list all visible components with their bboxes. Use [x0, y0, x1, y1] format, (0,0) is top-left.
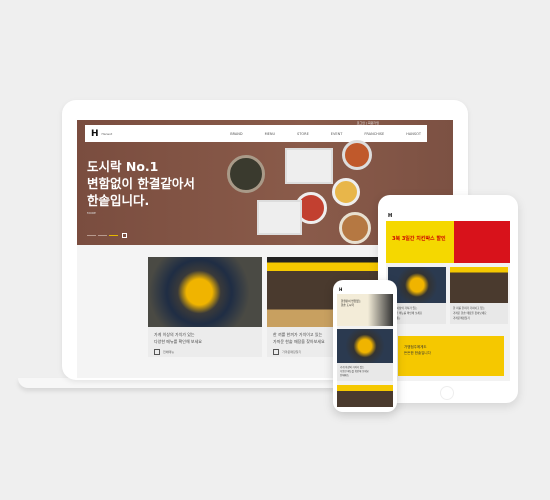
food-image	[227, 155, 265, 193]
phone-logo[interactable]: H	[337, 287, 393, 294]
card-text: 가게 이상의 가치가 있는	[340, 366, 365, 369]
card-text: 가까운 한솥 매장을 찾아보세요	[453, 312, 487, 315]
nav-hansot[interactable]: HANSOT	[406, 132, 421, 136]
headline-line: 한솥입니다.	[87, 193, 150, 208]
store-image	[337, 385, 393, 407]
card-text: 가까운 한솥 매장을 찾아보세요	[273, 339, 325, 344]
home-button	[440, 386, 454, 400]
promo-image	[454, 221, 510, 263]
franchise-banner[interactable]: 가맹점주에게도 든든한 한솥입니다	[398, 336, 504, 376]
card-button-label[interactable]: 가까운매장찾기	[453, 317, 470, 320]
tablet-frame: H 3북 3일간 치킨박스 할인 가게 이상의 가치가 있는 다양한 메뉴를 확인…	[378, 195, 518, 403]
menu-card[interactable]: 가게 이상의 가치가 있는다양한 메뉴를 확인해 보세요전체메뉴	[337, 363, 393, 381]
food-image	[339, 212, 371, 244]
card-text: 한 끼를 한끼가 가치이고 있는	[273, 332, 323, 337]
card-image	[337, 329, 393, 363]
phone-frame: H 한결같이 변함없는 한솥 도시락 가게 이상의 가치가 있는 다양한 메뉴를 …	[333, 280, 397, 412]
menu-card[interactable]: 가게 이상의 가치가 있는다양한 메뉴를 확인해 보세요 전체메뉴	[148, 257, 262, 357]
food-image	[257, 200, 302, 235]
hero-text: 한솥 도시락	[341, 304, 354, 307]
card-button-label[interactable]: 전체메뉴	[340, 374, 349, 377]
card-button[interactable]: 전체메뉴	[148, 345, 262, 359]
brand-name: Hansot	[101, 131, 113, 136]
nav-franchise[interactable]: FRANCHISE	[364, 132, 384, 136]
headline-line: 변함없이 한결같아서	[87, 176, 195, 191]
top-nav: H Hansot BRAND MENU STORE EVENT FRANCHIS…	[85, 125, 427, 142]
more-link[interactable]: MORE	[87, 211, 96, 215]
nav-brand[interactable]: BRAND	[230, 132, 242, 136]
pause-icon[interactable]	[122, 233, 127, 238]
tablet-logo[interactable]: H	[386, 213, 510, 221]
food-image	[342, 140, 372, 170]
plus-icon	[273, 349, 279, 355]
phone-screen: H 한결같이 변함없는 한솥 도시락 가게 이상의 가치가 있는 다양한 메뉴를 …	[337, 287, 393, 407]
banner-text: 든든한 한솥입니다	[404, 351, 431, 355]
card-button-label: 가까운매장찾기	[282, 350, 302, 354]
food-image	[332, 178, 360, 206]
card-image	[148, 257, 262, 327]
promo-banner[interactable]: 3북 3일간 치킨박스 할인	[386, 221, 454, 263]
slider-pager[interactable]	[87, 233, 127, 238]
plus-icon	[154, 349, 160, 355]
card-button-label: 전체메뉴	[163, 350, 175, 354]
nav-event[interactable]: EVENT	[331, 132, 343, 136]
nav-menu[interactable]: MENU	[265, 132, 275, 136]
card-text: 다양한 메뉴를 확인해 보세요	[154, 339, 202, 344]
headline-line: 도시락 No.1	[87, 159, 159, 174]
tablet-screen: H 3북 3일간 치킨박스 할인 가게 이상의 가치가 있는 다양한 메뉴를 확인…	[386, 213, 510, 381]
phone-hero[interactable]: 한결같이 변함없는 한솥 도시락	[337, 294, 393, 326]
card-text: 가게 이상의 가치가 있는	[154, 332, 195, 337]
store-card[interactable]: 한 끼를 한끼가 가치이고 있는가까운 한솥 매장을 찾아보세요가까운매장찾기	[450, 267, 508, 324]
card-text: 다양한 메뉴를 확인해 보세요	[340, 370, 369, 373]
card-text: 한 끼를 한끼가 가치이고 있는	[453, 307, 485, 310]
logo[interactable]: H	[91, 129, 99, 139]
nav-store[interactable]: STORE	[297, 132, 309, 136]
food-image	[285, 148, 333, 184]
hero-headline: 도시락 No.1 변함없이 한결같아서 한솥입니다.	[87, 158, 195, 209]
